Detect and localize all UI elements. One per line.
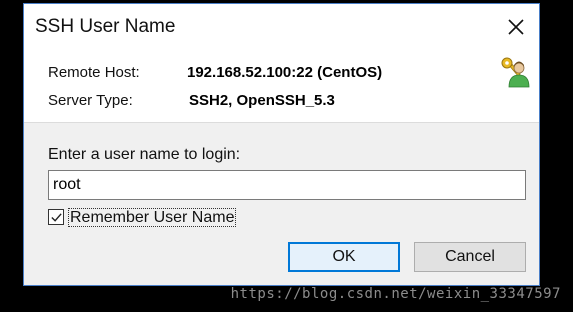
username-input[interactable]: [48, 170, 526, 200]
remote-host-value: 192.168.52.100:22 (CentOS): [187, 64, 383, 81]
watermark-text: https://blog.csdn.net/weixin_33347597: [230, 286, 561, 302]
remote-host-label: Remote Host:: [48, 64, 140, 81]
remember-username-checkbox[interactable]: [48, 209, 64, 225]
checkmark-icon: [50, 212, 62, 222]
dialog-title: SSH User Name: [35, 16, 176, 37]
title-bar: SSH User Name: [24, 4, 539, 50]
remember-username-row[interactable]: Remember User Name: [48, 207, 237, 227]
remember-username-label[interactable]: Remember User Name: [68, 207, 237, 227]
connection-info-panel: Remote Host: 192.168.52.100:22 (CentOS) …: [24, 50, 539, 123]
cancel-button[interactable]: Cancel: [414, 242, 526, 272]
server-type-label: Server Type:: [48, 92, 133, 109]
username-prompt: Enter a user name to login:: [48, 146, 241, 163]
ok-button[interactable]: OK: [288, 242, 400, 272]
close-icon[interactable]: [505, 16, 527, 38]
server-type-value: SSH2, OpenSSH_5.3: [189, 92, 335, 109]
user-key-icon: [497, 54, 531, 88]
ssh-username-dialog: SSH User Name Remote Host: 192.168.52.10…: [23, 3, 540, 286]
